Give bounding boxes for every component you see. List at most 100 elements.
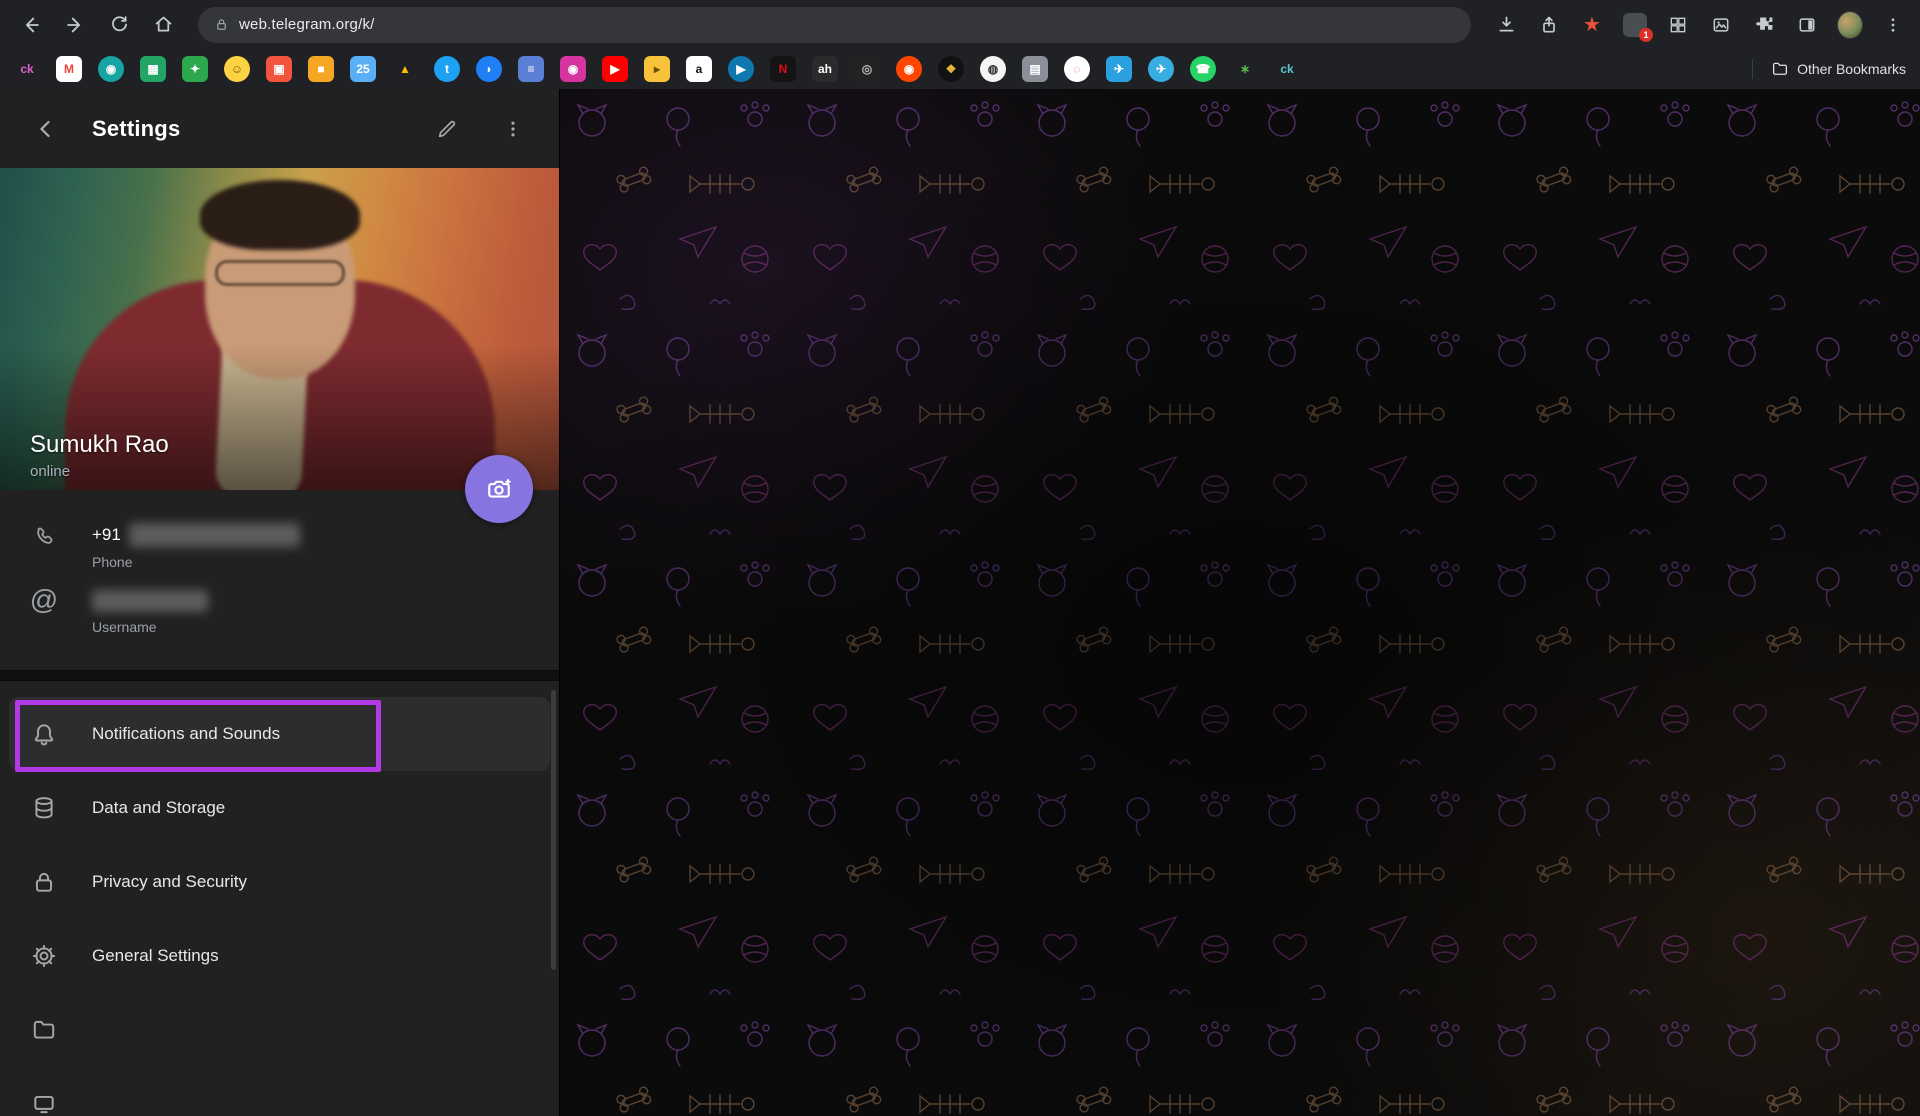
menu-label: Notifications and Sounds [92, 724, 280, 744]
profile-name: Sumukh Rao [30, 431, 169, 459]
extension-badge: 1 [1639, 28, 1653, 42]
settings-header: Settings [0, 89, 559, 168]
browser-profile-avatar[interactable] [1837, 12, 1863, 38]
extension-with-badge-icon[interactable]: 1 [1622, 12, 1648, 38]
other-bookmarks-button[interactable]: Other Bookmarks [1752, 59, 1906, 79]
bookmark-icon-sheets[interactable]: ▦ [140, 56, 166, 82]
share-icon[interactable] [1536, 12, 1562, 38]
lock-icon [30, 869, 58, 895]
bookmark-icon-rings[interactable]: ◌ [1064, 56, 1090, 82]
bookmark-icon-dark-dots[interactable]: ❖ [938, 56, 964, 82]
grid-extension-icon[interactable] [1665, 12, 1691, 38]
menu-item-general-settings[interactable]: General Settings [9, 919, 550, 993]
settings-back-icon[interactable] [26, 109, 66, 149]
folder-icon [1771, 60, 1789, 78]
more-options-icon[interactable] [493, 109, 533, 149]
menu-item-partial[interactable] [9, 1067, 550, 1116]
page-title: Settings [92, 116, 180, 142]
bookmark-icon-youtube[interactable]: ▶ [602, 56, 628, 82]
back-icon[interactable] [14, 8, 48, 42]
phone-icon [30, 525, 58, 549]
phone-number-redacted [129, 523, 300, 547]
profile-caption: Sumukh Rao online [30, 431, 169, 480]
bookmark-icon-reddit[interactable]: ◉ [896, 56, 922, 82]
gear-icon [30, 943, 58, 969]
browser-menu-icon[interactable] [1880, 12, 1906, 38]
forward-icon[interactable] [58, 8, 92, 42]
bookmark-icon-twitter[interactable]: t [434, 56, 460, 82]
settings-menu: Notifications and Sounds Data and Storag… [0, 681, 559, 1116]
bookmark-icon-whatsapp[interactable]: ☎ [1190, 56, 1216, 82]
download-icon[interactable] [1493, 12, 1519, 38]
section-divider [0, 670, 559, 681]
bookmark-icon-amber-app[interactable]: ■ [308, 56, 334, 82]
site-lock-icon[interactable] [214, 17, 229, 32]
bookmark-icon-amazon[interactable]: a [686, 56, 712, 82]
bookmark-icon-instagram[interactable]: ◉ [560, 56, 586, 82]
bookmark-icon-camera-app[interactable]: ◎ [854, 56, 880, 82]
bookmark-icon-ball[interactable]: ◍ [980, 56, 1006, 82]
toolbar-actions: ★ 1 [1489, 12, 1906, 38]
menu-label: General Settings [92, 946, 219, 966]
bell-icon [30, 721, 58, 747]
screen: web.telegram.org/k/ ★ 1 [0, 0, 1920, 1116]
bookmark-icon-plant[interactable]: ∗ [1232, 56, 1258, 82]
menu-item-notifications[interactable]: Notifications and Sounds [9, 697, 550, 771]
bookmark-icon-emoji-app[interactable]: ☺ [224, 56, 250, 82]
bookmark-icon-messenger[interactable]: ◗ [476, 56, 502, 82]
bookmarks-list: ck M ◉ ▦ ✦ ☺ ▣ ■ 25 ▲ t ◗ ≡ ◉ ▶ ▸ a ▶ Nah ◎ ◉ ❖ ◍ ▤ ◌ ✈ ✈ ☎ ∗ ck [14, 56, 1300, 82]
bookmark-icon-red-app[interactable]: ▣ [266, 56, 292, 82]
username-redacted [92, 590, 208, 612]
phone-row[interactable]: +91 Phone [0, 514, 559, 579]
menu-label: Privacy and Security [92, 872, 247, 892]
profile-status: online [30, 463, 169, 480]
bookmark-icon-layers[interactable]: ▤ [1022, 56, 1048, 82]
edit-profile-icon[interactable] [427, 109, 467, 149]
bookmark-icon-clickup[interactable]: ck [14, 56, 40, 82]
side-panel-icon[interactable] [1794, 12, 1820, 38]
reload-icon[interactable] [102, 8, 136, 42]
home-icon[interactable] [146, 8, 180, 42]
profile-photo[interactable]: Sumukh Rao online [0, 168, 559, 490]
bookmark-star-icon[interactable]: ★ [1579, 12, 1605, 38]
telegram-app: Settings Sumukh Rao online [0, 89, 1920, 1116]
phone-caption: Phone [92, 554, 300, 570]
bookmark-icon-clickup-2[interactable]: ck [1274, 56, 1300, 82]
bookmark-icon-shortcut-folder[interactable]: ▸ [644, 56, 670, 82]
browser-toolbar: web.telegram.org/k/ ★ 1 [0, 0, 1920, 49]
menu-item-data-storage[interactable]: Data and Storage [9, 771, 550, 845]
monitor-icon [30, 1091, 58, 1116]
bookmarks-divider [1752, 59, 1753, 79]
url-text: web.telegram.org/k/ [239, 16, 375, 33]
bookmark-icon-teal-app[interactable]: ◉ [98, 56, 124, 82]
doodle-pattern [560, 89, 1920, 1116]
username-caption: Username [92, 619, 208, 635]
extensions-puzzle-icon[interactable] [1751, 12, 1777, 38]
bookmark-icon-prime-video[interactable]: ▶ [728, 56, 754, 82]
menu-item-chat-folders[interactable] [9, 993, 550, 1067]
bookmark-icon-netflix[interactable]: N [770, 56, 796, 82]
bookmark-icon-telegram[interactable]: ✈ [1148, 56, 1174, 82]
bookmarks-bar: ck M ◉ ▦ ✦ ☺ ▣ ■ 25 ▲ t ◗ ≡ ◉ ▶ ▸ a ▶ Nah ◎ ◉ ❖ ◍ ▤ ◌ ✈ ✈ ☎ ∗ ck Othe… [0, 49, 1920, 89]
username-row[interactable]: @ Username [0, 579, 559, 644]
bookmark-icon-gmail[interactable]: M [56, 56, 82, 82]
settings-panel: Settings Sumukh Rao online [0, 89, 560, 1116]
bookmark-icon-aha[interactable]: ah [812, 56, 838, 82]
bookmark-icon-calendar[interactable]: 25 [350, 56, 376, 82]
folder-icon [30, 1017, 58, 1043]
at-icon: @ [30, 590, 58, 614]
change-photo-button[interactable] [465, 455, 533, 523]
chat-background [560, 89, 1920, 1116]
address-bar[interactable]: web.telegram.org/k/ [198, 7, 1471, 43]
bookmark-icon-paper-plane-app[interactable]: ✈ [1106, 56, 1132, 82]
sidebar-scrollbar[interactable] [551, 690, 556, 970]
menu-label: Data and Storage [92, 798, 225, 818]
bookmark-icon-drive[interactable]: ▲ [392, 56, 418, 82]
other-bookmarks-label: Other Bookmarks [1797, 61, 1906, 77]
image-extension-icon[interactable] [1708, 12, 1734, 38]
bookmark-icon-docs[interactable]: ≡ [518, 56, 544, 82]
bookmark-icon-chat-app[interactable]: ✦ [182, 56, 208, 82]
phone-value: +91 [92, 525, 121, 545]
database-icon [30, 795, 58, 821]
menu-item-privacy[interactable]: Privacy and Security [9, 845, 550, 919]
